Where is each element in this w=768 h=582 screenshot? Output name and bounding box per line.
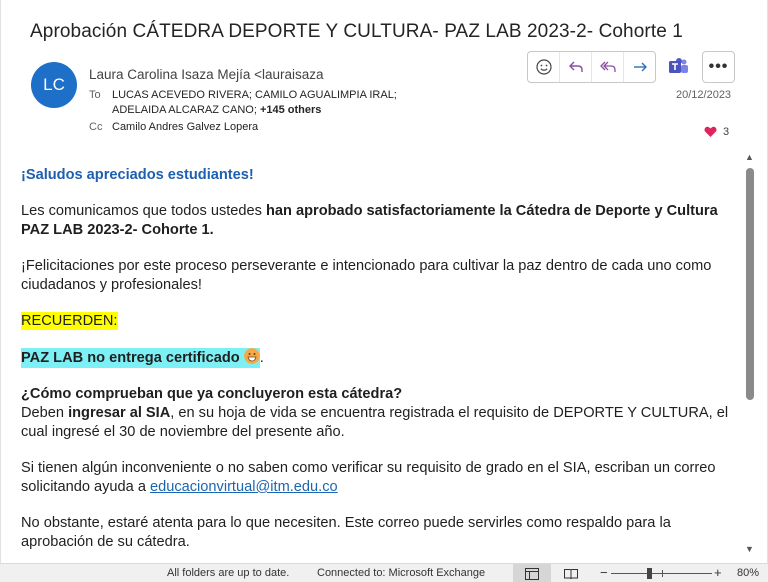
vertical-scrollbar[interactable]: ▲ ▼ — [743, 152, 757, 560]
cc-recipients[interactable]: Camilo Andres Galvez Lopera — [112, 121, 258, 133]
no-certificate-text: PAZ LAB no entrega certificado — [21, 350, 244, 366]
scrollbar-thumb[interactable] — [746, 168, 754, 400]
zoom-slider-thumb[interactable] — [647, 568, 652, 579]
greeting: ¡Saludos apreciados estudiantes! — [21, 167, 254, 183]
reactions-summary[interactable]: 3 — [704, 126, 729, 138]
email-link[interactable]: educacionvirtual@itm.edu.co — [150, 479, 338, 495]
approval-text: Les comunicamos que todos ustedes — [21, 203, 266, 219]
question-heading: ¿Cómo comprueban que ya concluyeron esta… — [21, 385, 737, 404]
to-recipients-line2-text[interactable]: ADELAIDA ALCARAZ CANO; — [112, 104, 257, 116]
email-subject: Aprobación CÁTEDRA DEPORTE Y CULTURA- PA… — [30, 21, 683, 42]
more-icon: ••• — [708, 58, 729, 75]
sia-bold-text: ingresar al SIA — [68, 405, 171, 421]
message-body: ¡Saludos apreciados estudiantes! Les com… — [21, 158, 737, 569]
zoom-out-button[interactable]: − — [600, 565, 608, 580]
teams-button[interactable] — [666, 54, 692, 80]
reply-icon — [568, 61, 583, 72]
paragraph-help: Si tienen algún inconveniente o no saben… — [21, 459, 737, 497]
reading-view-button[interactable] — [560, 565, 582, 582]
help-text: Si tienen algún inconveniente o no saben… — [21, 460, 716, 495]
zoom-in-button[interactable]: + — [714, 565, 722, 580]
scroll-up-icon[interactable]: ▲ — [745, 152, 754, 162]
grinning-emoji-icon — [243, 348, 260, 364]
more-recipients-link[interactable]: +145 others — [260, 104, 321, 116]
to-label: To — [89, 89, 101, 101]
paragraph-recuerden: RECUERDEN: — [21, 312, 737, 331]
sent-date: 20/12/2023 — [676, 89, 732, 101]
heart-icon — [704, 126, 717, 137]
reading-pane: Aprobación CÁTEDRA DEPORTE Y CULTURA- PA… — [0, 0, 768, 582]
teams-icon — [669, 58, 688, 73]
normal-view-icon — [525, 567, 539, 580]
sender-name[interactable]: Laura Carolina Isaza Mejía <lauraisaza — [89, 67, 341, 82]
forward-icon — [633, 62, 647, 72]
reading-view-icon — [564, 568, 578, 579]
react-button[interactable] — [528, 52, 560, 82]
status-bar: All folders are up to date. Connected to… — [0, 563, 768, 582]
no-certificate-highlight: PAZ LAB no entrega certificado — [21, 348, 260, 368]
forward-button[interactable] — [624, 52, 655, 82]
connection-status: Connected to: Microsoft Exchange — [317, 567, 486, 579]
reaction-count: 3 — [723, 126, 730, 138]
emoji-icon — [535, 59, 552, 75]
paragraph-sia: Deben ingresar al SIA, en su hoja de vid… — [21, 404, 737, 442]
scroll-down-icon[interactable]: ▼ — [745, 544, 754, 554]
paragraph-congrats: ¡Felicitaciones por este proceso perseve… — [21, 258, 712, 293]
more-actions-button[interactable]: ••• — [702, 51, 735, 83]
zoom-slider-center-mark — [662, 570, 663, 577]
sender-avatar[interactable]: LC — [31, 62, 77, 108]
no-certificate-period: . — [259, 350, 264, 366]
zoom-level[interactable]: 80% — [737, 567, 759, 579]
paragraph-approval: Les comunicamos que todos ustedes han ap… — [21, 202, 737, 240]
paragraph-closing: No obstante, estaré atenta para lo que n… — [21, 515, 671, 550]
cc-label: Cc — [89, 121, 103, 133]
normal-view-button[interactable] — [513, 564, 551, 582]
reply-button[interactable] — [560, 52, 592, 82]
to-recipients-line1[interactable]: LUCAS ACEVEDO RIVERA; CAMILO AGUALIMPIA … — [112, 89, 397, 101]
question-text: ¿Cómo comprueban que ya concluyeron esta… — [21, 386, 403, 402]
reply-all-button[interactable] — [592, 52, 624, 82]
sync-status: All folders are up to date. — [167, 567, 290, 579]
paragraph-no-certificate: PAZ LAB no entrega certificado . — [21, 348, 737, 368]
sia-text-start: Deben — [21, 405, 69, 421]
message-actions-group — [527, 51, 656, 83]
recuerden-highlight: RECUERDEN: — [21, 312, 118, 330]
reply-all-icon — [599, 61, 616, 72]
to-recipients-line2: ADELAIDA ALCARAZ CANO; +145 others — [112, 104, 321, 116]
